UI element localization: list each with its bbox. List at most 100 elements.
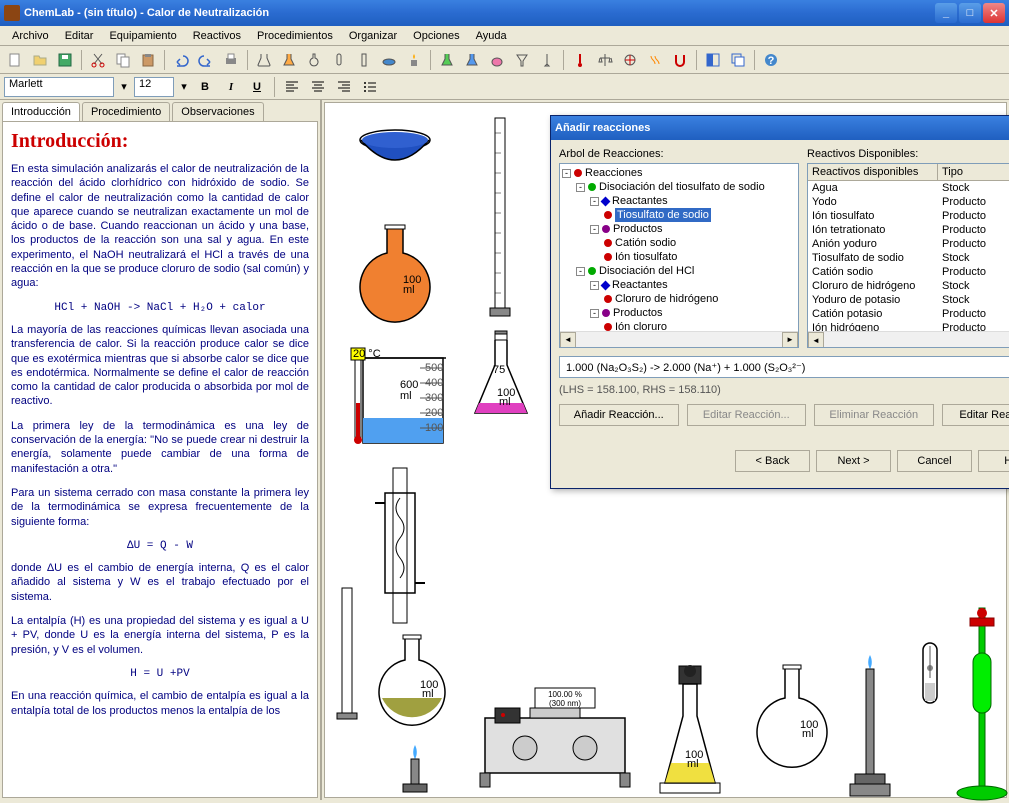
open-icon[interactable] xyxy=(29,49,51,71)
tab-observaciones[interactable]: Observaciones xyxy=(172,102,263,121)
left-panel: Introducción Procedimiento Observaciones… xyxy=(0,100,322,800)
bunsen-burner-1[interactable] xyxy=(395,743,435,798)
italic-button[interactable]: I xyxy=(220,77,242,97)
flask-round-icon[interactable] xyxy=(303,49,325,71)
add-reactions-dialog: Añadir reacciones ✕ Arbol de Reacciones:… xyxy=(550,115,1009,489)
menu-organizar[interactable]: Organizar xyxy=(341,28,405,44)
list-item[interactable]: Anión yoduroProducto xyxy=(808,237,1009,251)
main-toolbar: ? xyxy=(0,46,1009,74)
window-tile-icon[interactable] xyxy=(702,49,724,71)
underline-button[interactable]: U xyxy=(246,77,268,97)
new-icon[interactable] xyxy=(4,49,26,71)
menu-reactivos[interactable]: Reactivos xyxy=(185,28,249,44)
flask-pink-icon[interactable] xyxy=(486,49,508,71)
beaker-thermometer[interactable]: 20 °C 600 ml 500400300200100 xyxy=(345,343,455,453)
reagent-list[interactable]: Reactivos disponiblesTipo AguaStockYodoP… xyxy=(807,163,1009,348)
print-icon[interactable] xyxy=(220,49,242,71)
font-combo[interactable]: Marlett xyxy=(4,77,114,97)
menu-opciones[interactable]: Opciones xyxy=(405,28,467,44)
test-tube[interactable] xyxy=(915,638,945,798)
ring-stand[interactable] xyxy=(955,603,1009,803)
list-item[interactable]: Ión tetrationatoProducto xyxy=(808,223,1009,237)
graduated-cylinder[interactable] xyxy=(485,113,515,323)
intro-p1: En esta simulación analizarás el calor d… xyxy=(11,162,309,291)
svg-text:?: ? xyxy=(768,55,775,67)
help-button[interactable]: Help xyxy=(978,450,1009,472)
list-item[interactable]: YodoProducto xyxy=(808,195,1009,209)
flask-blue-icon[interactable] xyxy=(461,49,483,71)
close-button[interactable]: ✕ xyxy=(983,3,1005,23)
list-item[interactable]: Cloruro de hidrógenoStock xyxy=(808,279,1009,293)
list-item[interactable]: Catión potasioProducto xyxy=(808,307,1009,321)
align-center-icon[interactable] xyxy=(307,77,329,97)
cancel-button[interactable]: Cancel xyxy=(897,450,972,472)
maximize-button[interactable]: □ xyxy=(959,3,981,23)
dialog-titlebar[interactable]: Añadir reacciones ✕ xyxy=(551,116,1009,140)
round-flask-orange[interactable]: 100 ml xyxy=(345,223,445,333)
list-item[interactable]: Catión sodioProducto xyxy=(808,265,1009,279)
svg-text:ml: ml xyxy=(400,390,412,402)
edit-reaction-button: Editar Reacción... xyxy=(687,404,807,426)
bold-button[interactable]: B xyxy=(194,77,216,97)
back-button[interactable]: < Back xyxy=(735,450,810,472)
beaker-icon[interactable] xyxy=(253,49,275,71)
size-combo[interactable]: 12 xyxy=(134,77,174,97)
flask-icon[interactable] xyxy=(278,49,300,71)
spectrophotometer[interactable]: 100.00 %(300 nm) xyxy=(475,673,635,793)
tab-introduccion[interactable]: Introducción xyxy=(2,102,80,121)
condenser[interactable] xyxy=(365,463,435,633)
menu-equipamiento[interactable]: Equipamiento xyxy=(101,28,184,44)
menu-procedimientos[interactable]: Procedimientos xyxy=(249,28,341,44)
dish-icon[interactable] xyxy=(378,49,400,71)
evaporating-dish[interactable] xyxy=(355,125,435,175)
test-tube-icon[interactable] xyxy=(328,49,350,71)
flask-green-icon[interactable] xyxy=(436,49,458,71)
menu-editar[interactable]: Editar xyxy=(57,28,102,44)
erlenmeyer-yellow[interactable]: 100ml xyxy=(645,663,735,798)
burner-icon[interactable] xyxy=(403,49,425,71)
graduated-tube[interactable] xyxy=(335,583,359,723)
intro-p7: En una reacción química, el cambio de en… xyxy=(11,689,309,718)
window-cascade-icon[interactable] xyxy=(727,49,749,71)
list-hscroll[interactable]: ◄► xyxy=(808,331,1009,347)
cylinder-icon[interactable] xyxy=(353,49,375,71)
round-flask-olive[interactable]: 100ml xyxy=(365,633,460,738)
help-icon[interactable]: ? xyxy=(760,49,782,71)
tree-hscroll[interactable]: ◄► xyxy=(560,331,798,347)
list-item[interactable]: Yoduro de potasioStock xyxy=(808,293,1009,307)
list-item[interactable]: Ión tiosulfatoProducto xyxy=(808,209,1009,223)
copy-icon[interactable] xyxy=(112,49,134,71)
tab-procedimiento[interactable]: Procedimiento xyxy=(82,102,170,121)
stirrer-icon[interactable] xyxy=(619,49,641,71)
intro-heading: Introducción: xyxy=(11,128,309,154)
menu-archivo[interactable]: Archivo xyxy=(4,28,57,44)
bunsen-burner-2[interactable] xyxy=(845,653,895,803)
list-item[interactable]: AguaStock xyxy=(808,181,1009,195)
next-button[interactable]: Next > xyxy=(816,450,891,472)
thermometer-icon[interactable] xyxy=(569,49,591,71)
add-reaction-button[interactable]: Añadir Reacción... xyxy=(559,404,679,426)
window-title: ChemLab - (sin título) - Calor de Neutra… xyxy=(24,7,935,19)
reaction-tree[interactable]: -Reacciones -Disociación del tiosulfato … xyxy=(559,163,799,348)
undo-icon[interactable] xyxy=(170,49,192,71)
edit-reagent-button[interactable]: Editar Reactivo... xyxy=(942,404,1009,426)
align-left-icon[interactable] xyxy=(281,77,303,97)
list-item[interactable]: Tiosulfato de sodioStock xyxy=(808,251,1009,265)
magnet-icon[interactable] xyxy=(669,49,691,71)
cut-icon[interactable] xyxy=(87,49,109,71)
balance-icon[interactable] xyxy=(594,49,616,71)
align-right-icon[interactable] xyxy=(333,77,355,97)
round-flask-clear[interactable]: 100ml xyxy=(745,663,840,798)
redo-icon[interactable] xyxy=(195,49,217,71)
intro-p3: La primera ley de la termodinámica es un… xyxy=(11,419,309,476)
funnel-icon[interactable] xyxy=(511,49,533,71)
save-icon[interactable] xyxy=(54,49,76,71)
bullets-icon[interactable] xyxy=(359,77,381,97)
minimize-button[interactable]: _ xyxy=(935,3,957,23)
menu-ayuda[interactable]: Ayuda xyxy=(468,28,515,44)
dropper-icon[interactable] xyxy=(536,49,558,71)
paste-icon[interactable] xyxy=(137,49,159,71)
erlenmeyer-magenta[interactable]: 75 100ml xyxy=(465,328,535,423)
document-text[interactable]: Introducción: En esta simulación analiza… xyxy=(2,121,318,798)
heat-icon[interactable] xyxy=(644,49,666,71)
